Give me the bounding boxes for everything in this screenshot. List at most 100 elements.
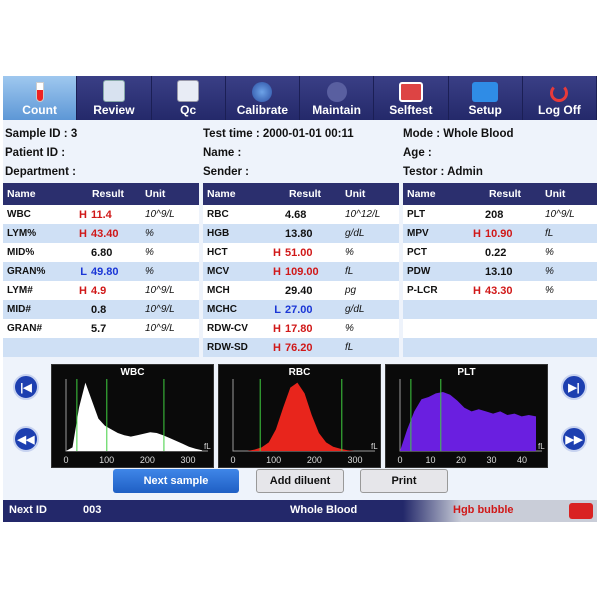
print-button[interactable]: Print bbox=[360, 469, 448, 493]
result-flag: H bbox=[273, 322, 281, 335]
result-cell: H 11.4 bbox=[71, 209, 141, 221]
patient-name: Name : bbox=[203, 147, 242, 159]
next-record-icon[interactable]: ▶▶ bbox=[561, 426, 587, 452]
next-sample-button[interactable]: Next sample bbox=[113, 469, 239, 493]
toolbar-label: Calibrate bbox=[236, 103, 289, 117]
alarm-message: Hgb bubble bbox=[453, 504, 514, 516]
table-row: GRAN# 5.7 10^9/L bbox=[3, 319, 199, 338]
result-flag: H bbox=[273, 246, 281, 259]
result-cell: H 51.00 bbox=[265, 247, 341, 259]
param-name: LYM# bbox=[7, 285, 33, 296]
result-flag: H bbox=[473, 227, 481, 240]
table-header: Name Result Unit bbox=[3, 183, 199, 205]
toolbar-calibrate-button[interactable]: Calibrate bbox=[226, 76, 300, 120]
result-value: 29.40 bbox=[285, 284, 313, 297]
age: Age : bbox=[403, 147, 432, 159]
result-flag bbox=[71, 304, 91, 316]
result-value: 109.00 bbox=[285, 265, 319, 278]
result-flag bbox=[71, 247, 91, 259]
first-record-icon[interactable]: |◀ bbox=[13, 374, 39, 400]
result-cell: L 27.00 bbox=[265, 304, 341, 316]
unit-cell: 10^9/L bbox=[145, 323, 175, 334]
plt-histogram-title: PLT bbox=[457, 367, 476, 378]
previous-record-icon[interactable]: ◀◀ bbox=[13, 426, 39, 452]
param-name: MID# bbox=[7, 304, 31, 315]
last-record-icon[interactable]: ▶| bbox=[561, 374, 587, 400]
result-value: 4.9 bbox=[91, 284, 107, 297]
unit-cell: pg bbox=[345, 285, 357, 296]
calibrate-icon bbox=[252, 82, 273, 102]
toolbar-label: Selftest bbox=[389, 103, 433, 117]
result-cell: H 109.00 bbox=[265, 266, 341, 278]
toolbar-qc-button[interactable]: Qc bbox=[152, 76, 226, 120]
toolbar-log-off-button[interactable]: Log Off bbox=[523, 76, 597, 120]
column-header-result: Result bbox=[488, 188, 522, 200]
result-value: 0.8 bbox=[91, 303, 107, 316]
toolbar-selftest-button[interactable]: Selftest bbox=[374, 76, 449, 120]
result-flag: L bbox=[274, 303, 281, 316]
result-cell: H 43.40 bbox=[71, 228, 141, 240]
toolbar-label: Review bbox=[93, 103, 135, 117]
result-cell: H 4.9 bbox=[71, 285, 141, 297]
toolbar-count-button[interactable]: Count bbox=[3, 76, 78, 120]
param-name: MCH bbox=[207, 285, 230, 296]
tick-label: 200 bbox=[140, 455, 155, 465]
param-name: P-LCR bbox=[407, 285, 438, 296]
result-cell: 4.68 bbox=[265, 209, 341, 221]
table-row: PCT 0.22% bbox=[403, 243, 597, 262]
toolbar-review-button[interactable]: Review bbox=[77, 76, 152, 120]
param-name: MCHC bbox=[207, 304, 237, 315]
axis-unit: fL bbox=[371, 442, 378, 451]
param-name: WBC bbox=[7, 209, 31, 220]
result-value: 0.22 bbox=[485, 246, 507, 259]
table-row: GRAN% L 49.80% bbox=[3, 262, 199, 281]
table-row: RDW-CV H 17.80% bbox=[203, 319, 399, 338]
unit-cell: g/dL bbox=[345, 304, 365, 315]
result-cell: H 76.20 bbox=[265, 342, 341, 354]
column-header-name: Name bbox=[407, 188, 436, 200]
result-cell: 6.80 bbox=[71, 247, 141, 259]
axis-unit: fL bbox=[538, 442, 545, 451]
table-row bbox=[403, 300, 597, 319]
result-flag: H bbox=[79, 284, 87, 297]
mode-status: Whole Blood bbox=[290, 504, 358, 516]
result-value: 5.7 bbox=[91, 322, 107, 335]
result-flag bbox=[265, 228, 285, 240]
toolbar-setup-button[interactable]: Setup bbox=[449, 76, 523, 120]
param-name: MCV bbox=[207, 266, 230, 277]
table-header: Name Result Unit bbox=[403, 183, 597, 205]
result-value: 49.80 bbox=[91, 265, 119, 278]
test-tube-icon bbox=[35, 82, 44, 102]
result-value: 13.10 bbox=[485, 265, 513, 278]
result-flag bbox=[465, 247, 485, 259]
status-bar: Next ID 003 Whole Blood Hgb bubble bbox=[3, 500, 597, 522]
tick-label: 0 bbox=[397, 455, 402, 465]
wbc-histogram: 0 100 200 300 fL WBC bbox=[51, 364, 214, 468]
table-row: LYM# H 4.9 10^9/L bbox=[3, 281, 199, 300]
mode: Mode : Whole Blood bbox=[403, 128, 514, 140]
toolbar-maintain-button[interactable]: Maintain bbox=[300, 76, 375, 120]
sample-id: Sample ID : 3 bbox=[5, 128, 78, 140]
table-row: HGB 13.80 g/dL bbox=[203, 224, 399, 243]
result-cell: 0.8 bbox=[71, 304, 141, 316]
tick-label: 20 bbox=[456, 455, 466, 465]
tick-label: 30 bbox=[486, 455, 496, 465]
unit-cell: g/dL bbox=[345, 228, 365, 239]
power-icon bbox=[550, 84, 569, 102]
result-flag: H bbox=[473, 284, 481, 297]
table-header: Name Result Unit bbox=[203, 183, 399, 205]
table-row: PLT 208 10^9/L bbox=[403, 205, 597, 224]
unit-cell: % bbox=[545, 266, 554, 277]
unit-cell: 10^9/L bbox=[145, 304, 175, 315]
toolbar-label: Count bbox=[22, 103, 57, 117]
column-header-unit: Unit bbox=[345, 188, 366, 200]
folder-icon bbox=[472, 82, 499, 102]
result-value: 4.68 bbox=[285, 208, 307, 221]
add-diluent-button[interactable]: Add diluent bbox=[256, 469, 344, 493]
result-value: 17.80 bbox=[285, 322, 313, 335]
result-flag: H bbox=[273, 265, 281, 278]
result-cell: 13.80 bbox=[265, 228, 341, 240]
table-row: RBC 4.68 10^12/L bbox=[203, 205, 399, 224]
table-row: PDW 13.10% bbox=[403, 262, 597, 281]
table-row: WBC H 11.4 10^9/L bbox=[3, 205, 199, 224]
